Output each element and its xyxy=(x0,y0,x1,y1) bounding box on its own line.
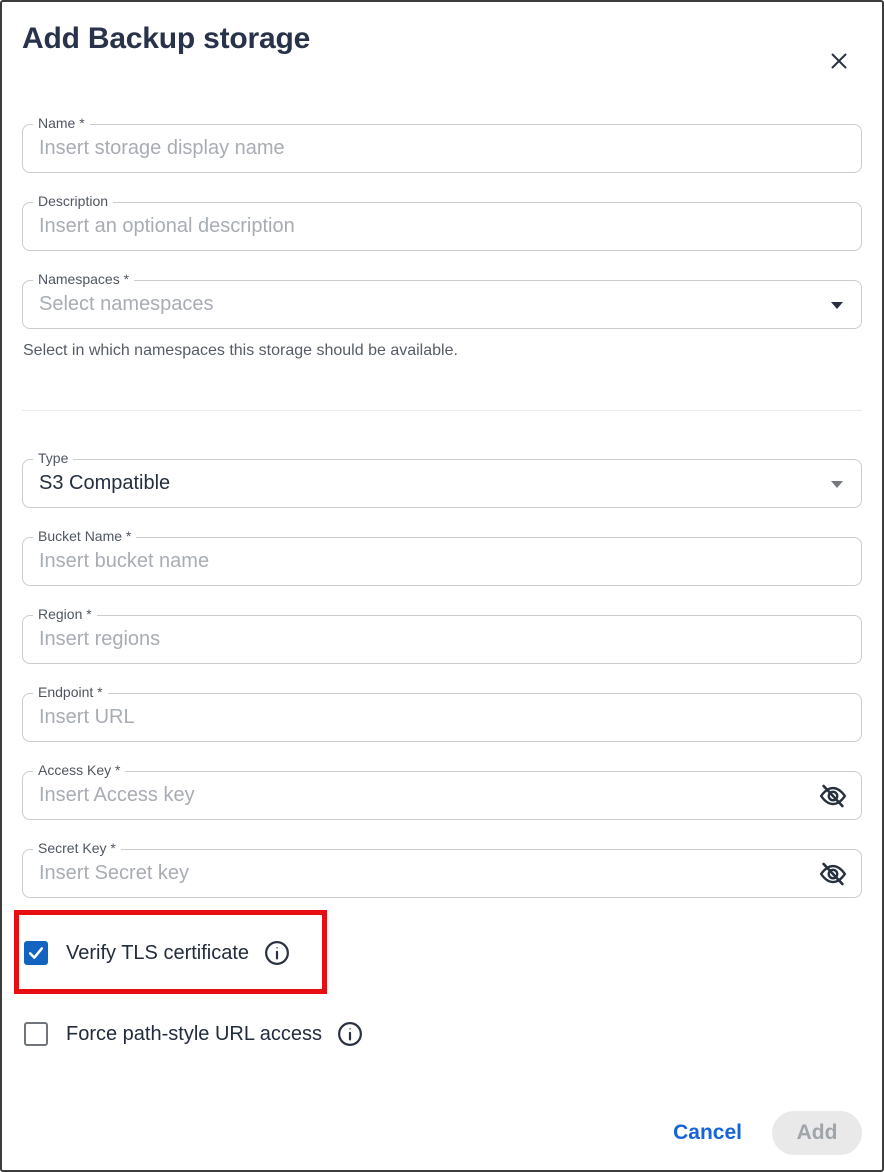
namespaces-field: Namespaces * Select namespaces xyxy=(22,280,862,329)
dialog-header: Add Backup storage xyxy=(22,22,862,56)
namespaces-select-placeholder: Select namespaces xyxy=(39,293,214,316)
name-input[interactable] xyxy=(22,124,862,173)
access-key-field-label: Access Key * xyxy=(33,762,125,779)
access-key-field: Access Key * xyxy=(22,771,862,820)
secret-key-visibility-toggle[interactable] xyxy=(814,855,852,893)
namespaces-field-label: Namespaces * xyxy=(33,271,134,288)
type-field: Type S3 Compatible xyxy=(22,459,862,508)
verify-tls-label[interactable]: Verify TLS certificate xyxy=(66,942,249,965)
type-select-value: S3 Compatible xyxy=(39,472,170,495)
section-divider xyxy=(22,410,862,411)
endpoint-field: Endpoint * xyxy=(22,693,862,742)
bucket-name-input[interactable] xyxy=(22,537,862,586)
verify-tls-checkbox[interactable] xyxy=(24,941,48,965)
name-field-label: Name * xyxy=(33,115,90,132)
endpoint-input[interactable] xyxy=(22,693,862,742)
type-field-label: Type xyxy=(33,450,73,467)
endpoint-field-label: Endpoint * xyxy=(33,684,108,701)
secret-key-field: Secret Key * xyxy=(22,849,862,898)
info-icon[interactable] xyxy=(263,939,291,967)
access-key-input[interactable] xyxy=(22,771,862,820)
type-select[interactable]: S3 Compatible xyxy=(22,459,862,508)
region-field-label: Region * xyxy=(33,606,97,623)
close-button[interactable] xyxy=(822,44,856,78)
description-field-label: Description xyxy=(33,193,113,210)
info-icon[interactable] xyxy=(336,1020,364,1048)
eye-off-icon xyxy=(818,859,848,889)
region-input[interactable] xyxy=(22,615,862,664)
dialog-footer: Cancel Add xyxy=(22,1111,862,1155)
secret-key-input[interactable] xyxy=(22,849,862,898)
bucket-name-field-label: Bucket Name * xyxy=(33,528,136,545)
description-field: Description xyxy=(22,202,862,251)
force-path-style-row: Force path-style URL access xyxy=(22,1022,862,1046)
verify-tls-row: Verify TLS certificate xyxy=(22,941,862,965)
access-key-visibility-toggle[interactable] xyxy=(814,777,852,815)
add-button[interactable]: Add xyxy=(772,1111,862,1155)
force-path-style-label[interactable]: Force path-style URL access xyxy=(66,1023,322,1046)
name-field: Name * xyxy=(22,124,862,173)
cancel-button[interactable]: Cancel xyxy=(671,1117,744,1149)
check-icon xyxy=(26,943,46,963)
close-icon xyxy=(826,48,852,74)
chevron-down-icon xyxy=(831,302,843,309)
namespaces-select[interactable]: Select namespaces xyxy=(22,280,862,329)
force-path-style-checkbox[interactable] xyxy=(24,1022,48,1046)
description-input[interactable] xyxy=(22,202,862,251)
secret-key-field-label: Secret Key * xyxy=(33,840,121,857)
region-field: Region * xyxy=(22,615,862,664)
dialog-title: Add Backup storage xyxy=(22,22,862,56)
eye-off-icon xyxy=(818,781,848,811)
add-backup-storage-dialog: Add Backup storage Name * Description Na xyxy=(0,0,884,1172)
namespaces-helper-text: Select in which namespaces this storage … xyxy=(22,342,862,360)
bucket-name-field: Bucket Name * xyxy=(22,537,862,586)
chevron-down-icon xyxy=(831,481,843,488)
